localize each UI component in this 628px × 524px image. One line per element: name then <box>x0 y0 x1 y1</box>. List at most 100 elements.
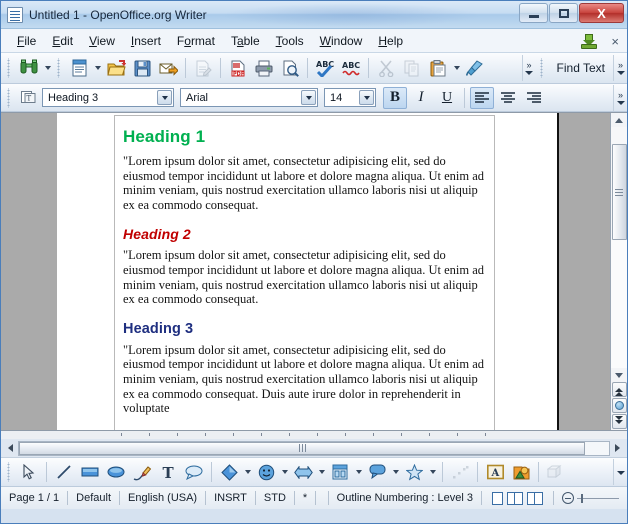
cut-scissors-icon[interactable] <box>374 56 398 80</box>
autospellcheck-icon[interactable]: ABC <box>339 56 363 80</box>
download-update-icon[interactable] <box>581 33 598 49</box>
stars-dropdown[interactable] <box>427 460 438 484</box>
binoculars-icon[interactable] <box>17 56 41 80</box>
vertical-scroll-track[interactable] <box>610 240 627 368</box>
extrusion-icon[interactable] <box>544 460 568 484</box>
font-size-combo[interactable]: 14 <box>324 88 376 107</box>
new-document-dropdown[interactable] <box>92 56 103 80</box>
formatting-toolbar-grip[interactable] <box>6 87 13 108</box>
zoom-out-icon[interactable] <box>562 492 574 504</box>
edit-file-icon[interactable] <box>191 56 215 80</box>
basic-shapes-icon[interactable] <box>217 460 241 484</box>
vertical-scroll-thumb[interactable] <box>611 144 627 240</box>
scroll-left-button[interactable] <box>3 441 18 456</box>
drawing-toolbar-overflow[interactable] <box>613 459 627 485</box>
scroll-right-button[interactable] <box>610 441 625 456</box>
menu-edit[interactable]: Edit <box>44 31 81 51</box>
document-text-frame[interactable]: Heading 1 "Lorem ipsum dolor sit amet, c… <box>114 115 495 430</box>
zoom-control[interactable] <box>554 490 627 506</box>
clone-formatting-icon[interactable] <box>463 56 487 80</box>
menu-format[interactable]: Format <box>169 31 223 51</box>
menu-tools[interactable]: Tools <box>268 31 312 51</box>
new-document-icon[interactable] <box>67 56 91 80</box>
points-icon[interactable] <box>448 460 472 484</box>
callout-icon[interactable] <box>182 460 206 484</box>
single-page-view-icon[interactable] <box>492 491 503 505</box>
export-pdf-icon[interactable]: PDF <box>226 56 250 80</box>
font-name-dropdown-arrow[interactable] <box>301 90 316 105</box>
apply-style-icon[interactable]: T <box>17 86 41 110</box>
book-view-icon[interactable] <box>527 491 543 505</box>
status-insert-mode[interactable]: INSRT <box>206 490 255 506</box>
menu-insert[interactable]: Insert <box>123 31 169 51</box>
vertical-scrollbar[interactable] <box>610 113 627 430</box>
print-icon[interactable] <box>252 56 276 80</box>
line-icon[interactable] <box>52 460 76 484</box>
menu-help[interactable]: Help <box>370 31 411 51</box>
rectangle-icon[interactable] <box>78 460 102 484</box>
find-text-label[interactable]: Find Text <box>549 61 613 75</box>
callout-shapes-icon[interactable] <box>365 460 389 484</box>
paste-clipboard-icon[interactable] <box>426 56 450 80</box>
basic-shapes-dropdown[interactable] <box>242 460 253 484</box>
print-preview-icon[interactable] <box>278 56 302 80</box>
find-toolbar-overflow[interactable]: » <box>613 55 627 81</box>
spelling-icon[interactable]: ABC <box>313 56 337 80</box>
drawing-toolbar-grip[interactable] <box>6 462 13 482</box>
italic-button[interactable]: I <box>409 87 433 109</box>
previous-page-button[interactable] <box>611 382 627 397</box>
horizontal-ruler[interactable] <box>1 430 627 439</box>
minimize-button[interactable] <box>519 3 548 23</box>
menu-window[interactable]: Window <box>312 31 371 51</box>
ellipse-icon[interactable] <box>104 460 128 484</box>
standard-toolbar-overflow[interactable]: » <box>521 55 536 81</box>
toolbar-grip[interactable] <box>6 58 13 78</box>
block-arrows-dropdown[interactable] <box>316 460 327 484</box>
menu-table[interactable]: Table <box>223 31 268 51</box>
multi-page-view-icon[interactable] <box>507 491 523 505</box>
maximize-button[interactable] <box>549 3 578 23</box>
align-left-icon[interactable] <box>470 86 494 109</box>
symbol-shapes-icon[interactable] <box>254 460 278 484</box>
navigation-button[interactable] <box>611 398 627 413</box>
status-selection-mode[interactable]: STD <box>256 490 294 506</box>
toolbar-grip-2[interactable] <box>56 58 63 78</box>
paragraph-style-dropdown-arrow[interactable] <box>157 90 172 105</box>
find-toolbar-grip[interactable] <box>538 58 546 78</box>
font-name-combo[interactable]: Arial <box>180 88 318 107</box>
binoculars-dropdown[interactable] <box>42 56 53 80</box>
align-center-icon[interactable] <box>496 87 520 109</box>
save-floppy-icon[interactable] <box>130 56 154 80</box>
formatting-toolbar-overflow[interactable]: » <box>613 84 627 111</box>
fontwork-icon[interactable]: A <box>483 460 507 484</box>
copy-icon[interactable] <box>400 56 424 80</box>
symbol-shapes-dropdown[interactable] <box>279 460 290 484</box>
text-box-icon[interactable]: T <box>156 460 180 484</box>
bold-button[interactable]: B <box>383 86 407 109</box>
horizontal-scroll-thumb[interactable] <box>19 441 586 455</box>
from-file-icon[interactable] <box>509 460 533 484</box>
horizontal-scrollbar[interactable] <box>1 439 627 457</box>
freeform-line-icon[interactable] <box>130 460 154 484</box>
flowchart-dropdown[interactable] <box>353 460 364 484</box>
block-arrows-icon[interactable] <box>291 460 315 484</box>
horizontal-scroll-track[interactable] <box>18 440 610 456</box>
stars-icon[interactable] <box>402 460 426 484</box>
status-page-style[interactable]: Default <box>68 490 119 506</box>
callout-shapes-dropdown[interactable] <box>390 460 401 484</box>
underline-button[interactable]: U <box>435 87 459 109</box>
close-document-icon[interactable]: × <box>607 34 623 49</box>
status-language[interactable]: English (USA) <box>120 490 205 506</box>
select-arrow-icon[interactable] <box>17 460 41 484</box>
scroll-up-button[interactable] <box>610 113 627 127</box>
align-right-icon[interactable] <box>522 87 546 109</box>
document-page[interactable]: Heading 1 "Lorem ipsum dolor sit amet, c… <box>57 113 559 430</box>
paragraph-style-combo[interactable]: Heading 3 <box>42 88 174 107</box>
menu-file[interactable]: File <box>9 31 44 51</box>
next-page-button[interactable] <box>611 414 627 429</box>
open-folder-icon[interactable] <box>104 56 128 80</box>
flowchart-icon[interactable] <box>328 460 352 484</box>
font-size-dropdown-arrow[interactable] <box>359 90 374 105</box>
menu-view[interactable]: View <box>81 31 123 51</box>
scroll-down-button[interactable] <box>610 368 627 382</box>
